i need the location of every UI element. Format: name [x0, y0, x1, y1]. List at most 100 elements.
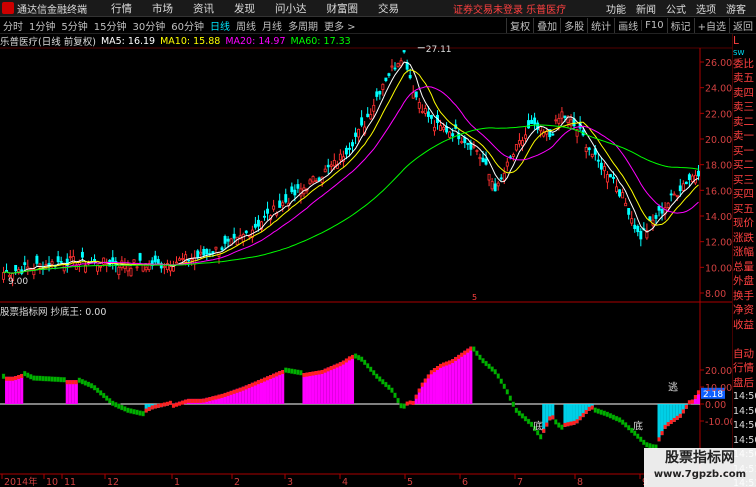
login-alert[interactable]: 证券交易未登录 乐普医疗 [453, 1, 566, 16]
candle-body [266, 208, 270, 214]
sidebar-item[interactable] [733, 332, 756, 347]
sidebar-item[interactable]: 外盘 [733, 274, 756, 289]
histogram-cap [463, 350, 467, 355]
y-tick-label: 22.00 [705, 109, 732, 120]
sidebar-item[interactable]: 换手 [733, 289, 756, 304]
menu-news-right[interactable]: 新闻 [636, 1, 656, 16]
menu-market[interactable]: 市场 [152, 1, 173, 16]
histogram-step [496, 373, 500, 379]
multi-stock-button[interactable]: 多股 [560, 18, 587, 33]
sidebar-item[interactable]: 卖二 [733, 115, 756, 130]
candle-body [2, 272, 5, 280]
histogram-step [92, 385, 97, 391]
menu-discover[interactable]: 发现 [234, 1, 255, 16]
sidebar-item[interactable]: 现价 [733, 216, 756, 231]
candle-body [432, 126, 436, 132]
period-multi[interactable]: 多周期 [285, 18, 321, 33]
adjust-button[interactable]: 复权 [506, 18, 533, 33]
sidebar-item[interactable]: 买三 [733, 173, 756, 188]
f10-button[interactable]: F10 [641, 20, 666, 31]
sidebar-item[interactable]: 卖四 [733, 86, 756, 101]
menu-ask[interactable]: 问小达 [275, 1, 307, 16]
period-30min[interactable]: 30分钟 [129, 18, 168, 33]
histogram-step [554, 419, 558, 425]
candle-body [153, 255, 157, 263]
histogram-cap [417, 388, 421, 393]
sidebar-item[interactable]: 卖三 [733, 100, 756, 115]
sidebar-item[interactable]: 卖五 [733, 71, 756, 86]
candle-body [408, 74, 412, 79]
candle-body [420, 111, 424, 113]
candle-body [624, 202, 628, 207]
period-5min[interactable]: 5分钟 [58, 18, 90, 33]
period-daily[interactable]: 日线 [207, 18, 233, 33]
menu-news[interactable]: 资讯 [193, 1, 214, 16]
histogram-step [560, 424, 564, 430]
period-more[interactable]: 更多 > [321, 18, 359, 33]
candle-body [284, 194, 288, 203]
period-monthly[interactable]: 月线 [259, 18, 285, 33]
candle-body [71, 256, 75, 264]
histogram-cap [663, 424, 667, 429]
histogram-cap [439, 363, 443, 368]
histogram-cap [217, 394, 221, 399]
candle-body [117, 266, 121, 276]
candle-body [272, 205, 276, 210]
add-watchlist-button[interactable]: +自选 [693, 18, 729, 33]
sidebar-item[interactable]: 盘后 [733, 376, 756, 391]
kline-chart[interactable]: 底底逃2.18 26.0024.0022.0020.0018.0016.0014… [0, 34, 732, 487]
menu-trade[interactable]: 交易 [378, 1, 399, 16]
candle-body [293, 189, 297, 196]
histogram-bar [454, 356, 458, 404]
menu-guest[interactable]: 游客 [726, 1, 746, 16]
candle-body [511, 154, 515, 157]
high-price-label: 27.11 [426, 45, 452, 55]
sidebar-item[interactable]: 净资 [733, 303, 756, 318]
menu-options[interactable]: 选项 [696, 1, 716, 16]
back-button[interactable]: 返回 [729, 18, 756, 33]
menu-formula[interactable]: 公式 [666, 1, 686, 16]
histogram-step [493, 369, 497, 375]
mark-button[interactable]: 标记 [666, 18, 694, 33]
period-60min[interactable]: 60分钟 [168, 18, 207, 33]
menu-quotes[interactable]: 行情 [111, 1, 132, 16]
period-intraday[interactable]: 分时 [0, 18, 26, 33]
sidebar-item[interactable]: 行情 [733, 361, 756, 376]
histogram-step [636, 433, 640, 439]
overlay-button[interactable]: 叠加 [533, 18, 560, 33]
sidebar-item[interactable]: 买四 [733, 187, 756, 202]
histogram-cap [71, 380, 75, 385]
histogram-step [132, 409, 136, 415]
period-weekly[interactable]: 周线 [233, 18, 259, 33]
sidebar-item[interactable]: 总量 [733, 260, 756, 275]
menu-wealth[interactable]: 财富圈 [327, 1, 359, 16]
candle-body [514, 144, 518, 151]
period-1min[interactable]: 1分钟 [26, 18, 58, 33]
histogram-cap [247, 384, 251, 389]
histogram-step [499, 378, 503, 384]
sidebar-item[interactable]: 委比 [733, 57, 756, 72]
candle-body [132, 259, 136, 263]
sidebar-item[interactable]: 买五 [733, 202, 756, 217]
menu-function[interactable]: 功能 [606, 1, 626, 16]
sidebar-item[interactable]: 涨跌 [733, 231, 756, 246]
indicator-title: 股票指标网 抄底王: 0.00 [0, 307, 107, 318]
sidebar-item[interactable]: 买二 [733, 158, 756, 173]
sidebar-item[interactable]: 买一 [733, 144, 756, 159]
sidebar-item[interactable]: 收益 [733, 318, 756, 333]
ind-y-tick-label: 0.00 [705, 400, 726, 411]
draw-line-button[interactable]: 画线 [614, 18, 641, 33]
sidebar-item[interactable]: 涨幅 [733, 245, 756, 260]
sidebar-item[interactable]: 自动 [733, 347, 756, 362]
x-tick-label: 2 [234, 477, 240, 487]
sidebar-item[interactable]: 卖一 [733, 129, 756, 144]
histogram-cap [587, 406, 591, 411]
histogram-step [53, 376, 57, 382]
histogram-bar [302, 373, 306, 404]
candle-body [68, 256, 72, 259]
sidebar-top[interactable]: L [733, 34, 756, 49]
candle-body [263, 215, 266, 218]
period-15min[interactable]: 15分钟 [91, 18, 130, 33]
stats-button[interactable]: 统计 [587, 18, 614, 33]
histogram-cap [8, 376, 12, 381]
